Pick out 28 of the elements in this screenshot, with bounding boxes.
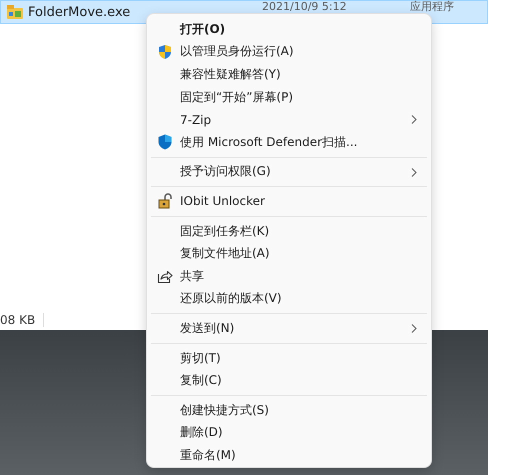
- menu-item[interactable]: 固定到“开始”屏幕(P): [147, 86, 431, 108]
- menu-item[interactable]: 还原以前的版本(V): [147, 288, 431, 310]
- menu-item[interactable]: 兼容性疑难解答(Y): [147, 63, 431, 86]
- menu-item[interactable]: 复制文件地址(A): [147, 242, 431, 265]
- shield-icon: [157, 44, 173, 60]
- menu-item[interactable]: 剪切(T): [147, 346, 431, 370]
- menu-item[interactable]: 使用 Microsoft Defender扫描...: [147, 130, 431, 154]
- menu-item[interactable]: 删除(D): [147, 422, 431, 444]
- file-size: 08 KB: [0, 313, 44, 327]
- file-date: 2021/10/9 5:12: [262, 1, 348, 12]
- menu-item[interactable]: 创建快捷方式(S): [147, 398, 431, 422]
- menu-item[interactable]: 发送到(N): [147, 317, 431, 340]
- chevron-icon: [411, 324, 417, 334]
- menu-item[interactable]: 7-Zip: [147, 108, 431, 131]
- menu-item[interactable]: 共享: [147, 264, 431, 288]
- file-name: FolderMove.exe: [28, 4, 130, 20]
- file-type: 应用程序: [410, 1, 454, 12]
- menu-item[interactable]: 复制(C): [147, 369, 431, 392]
- menu-item[interactable]: IObit Unlocker: [147, 190, 431, 213]
- menu-item[interactable]: 以管理员身份运行(A): [147, 40, 431, 64]
- menu-item[interactable]: 授予访问权限(G): [147, 160, 431, 184]
- padlock-icon: [157, 193, 173, 210]
- menu-item[interactable]: 重命名(M): [147, 444, 431, 467]
- program-icon: [7, 5, 23, 19]
- shield-icon: [157, 134, 173, 150]
- chevron-icon: [411, 168, 417, 177]
- menu-item[interactable]: 固定到任务栏(K): [147, 220, 431, 242]
- chevron-icon: [411, 115, 417, 124]
